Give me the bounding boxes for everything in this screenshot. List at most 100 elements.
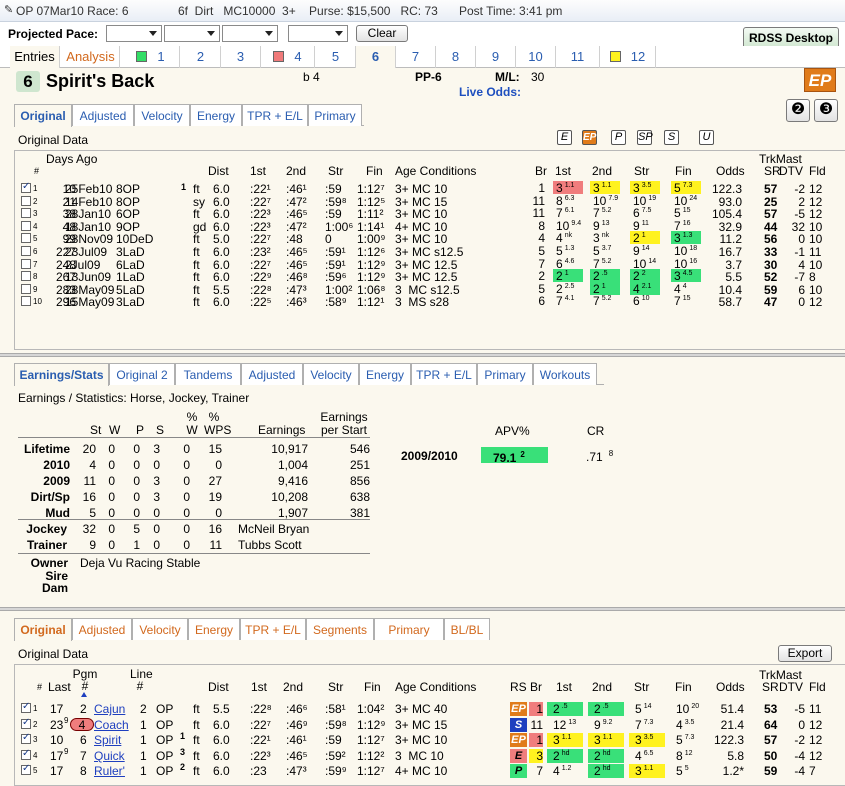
call-fin: 10 20 [670,702,706,716]
split-str: :59⁹ [325,764,347,778]
tab-velocity[interactable]: Velocity [134,104,190,126]
last-days: 17 [50,764,64,778]
tab-energy[interactable]: Energy [190,104,242,126]
horse-link[interactable]: Spirit [94,733,121,747]
style-filter-ep[interactable]: EP [582,130,597,145]
tab-original-2[interactable]: Original 2 [109,363,175,385]
clear-button[interactable]: Clear [356,25,408,42]
pp-row: 2 21 14Feb10 8OP sy 6.0:22⁷:47²:59⁸ 1:12⁵ 3+ MC… [0,194,845,209]
race-tab-8[interactable]: 8 [436,46,476,68]
surface: ft [193,270,200,284]
splitter-2[interactable] [0,607,845,611]
tab-velocity-3[interactable]: Velocity [132,618,188,640]
call-lengths: 7.5 [641,207,652,214]
row-checkbox[interactable] [21,233,31,243]
call-lengths: 1.3 [682,232,693,239]
call-1st: 2.5 [547,702,583,716]
tab-velocity-2[interactable]: Velocity [303,363,359,385]
row-checkbox[interactable] [21,208,31,218]
header-fld: Fld [809,164,826,178]
pace-select-1[interactable] [106,25,162,42]
pp-row: 3 38 28Jan10 6OP ft 6.0:22³:46⁵:59 1:11² 3+ MC … [0,206,845,221]
row-checkbox[interactable] [21,221,31,231]
tab-entries[interactable]: Entries [10,46,60,68]
track: OP [156,702,174,716]
call-lengths: 20 [691,703,700,710]
style-filter-s[interactable]: S [664,130,679,145]
tab-earnings-stats[interactable]: Earnings/Stats [14,363,109,386]
style-filter-p[interactable]: P [611,130,626,145]
splitter-1[interactable] [0,353,845,357]
call-lengths: 7.9 [608,195,619,202]
row-checkbox[interactable] [21,284,31,294]
style-filter-sp[interactable]: SP [637,130,653,145]
race-tab-6[interactable]: 6 [356,46,396,68]
tab-tpr-el[interactable]: TPR + E/L [242,104,308,126]
race-tab-9[interactable]: 9 [476,46,516,68]
call-position: 3 [553,733,560,747]
call-lengths: 1.1 [561,734,572,741]
tab-energy-3[interactable]: Energy [188,618,240,640]
race-tab-2[interactable]: 2 [181,46,221,68]
tab-energy-2[interactable]: Energy [359,363,411,385]
header-1st: 1st [250,164,267,178]
row-checkbox[interactable] [21,296,31,306]
conditions: 3+ MC 10 [395,207,448,221]
field-row-checkbox[interactable] [21,763,31,775]
style-filter-u[interactable]: U [699,130,714,145]
race-tab-5[interactable]: 5 [316,46,356,68]
row-checkbox[interactable] [21,196,31,206]
row-checkbox[interactable] [21,246,31,256]
row-number: 2 [33,197,38,206]
race-tab-4[interactable]: 4 [261,46,315,68]
stats-header-w: W [109,423,121,437]
call-str: 21 [630,231,660,245]
tab-primary[interactable]: Primary [308,104,362,126]
tab-workouts[interactable]: Workouts [533,363,597,385]
call-lengths: 1.1 [643,765,654,772]
tab-tandems[interactable]: Tandems [175,363,241,385]
view-2-button[interactable]: ❷ [786,99,810,122]
pace-select-2[interactable] [164,25,220,42]
horse-link[interactable]: Ruler' [94,764,125,778]
tab-tpr-el-3[interactable]: TPR + E/L [240,618,306,640]
horse-link[interactable]: Cajun [94,702,125,716]
race-tab-1[interactable]: 1 [122,46,180,68]
call-2nd: 7 5.2 [590,206,620,220]
horse-link[interactable]: Quick [94,749,125,763]
tab-primary-3[interactable]: Primary [374,618,444,640]
app-icon: ✎ [4,4,14,16]
race-tab-10[interactable]: 10 [516,46,556,68]
tab-segments[interactable]: Segments [306,618,374,640]
field-row-checkbox[interactable] [21,701,31,713]
row-checkbox[interactable] [21,259,31,269]
tab-tpr-el-2[interactable]: TPR + E/L [411,363,477,385]
tab-adjusted-3[interactable]: Adjusted [72,618,132,640]
tab-blbl[interactable]: BL/BL [444,618,490,640]
race-tab-3[interactable]: 3 [221,46,261,68]
style-filter-e[interactable]: E [557,130,572,145]
tab-primary-2[interactable]: Primary [477,363,533,385]
race-tab-11[interactable]: 11 [556,46,600,68]
field-row-checkbox[interactable] [21,748,31,760]
pace-select-3[interactable] [222,25,278,42]
call-1st: 12 13 [547,718,583,732]
row-checkbox[interactable] [21,271,31,281]
tab-original-3[interactable]: Original [14,618,72,641]
header-age: Age Conditions [395,680,477,694]
race-tab-7[interactable]: 7 [396,46,436,68]
tab-analysis[interactable]: Analysis [62,46,120,68]
row-checkbox[interactable] [21,181,31,193]
field-row-checkbox[interactable] [21,732,31,744]
tab-original[interactable]: Original [14,104,72,127]
last-rank: 9 [64,716,69,725]
call-position: 5 [674,206,681,220]
horse-link[interactable]: Coach [94,718,129,732]
tab-adjusted[interactable]: Adjusted [72,104,134,126]
export-button[interactable]: Export [778,645,832,662]
pace-select-4[interactable] [288,25,348,42]
view-3-button[interactable]: ❸ [814,99,838,122]
field-row-checkbox[interactable] [21,717,31,729]
race-tab-12[interactable]: 12 [600,46,656,68]
tab-adjusted-2[interactable]: Adjusted [241,363,303,385]
